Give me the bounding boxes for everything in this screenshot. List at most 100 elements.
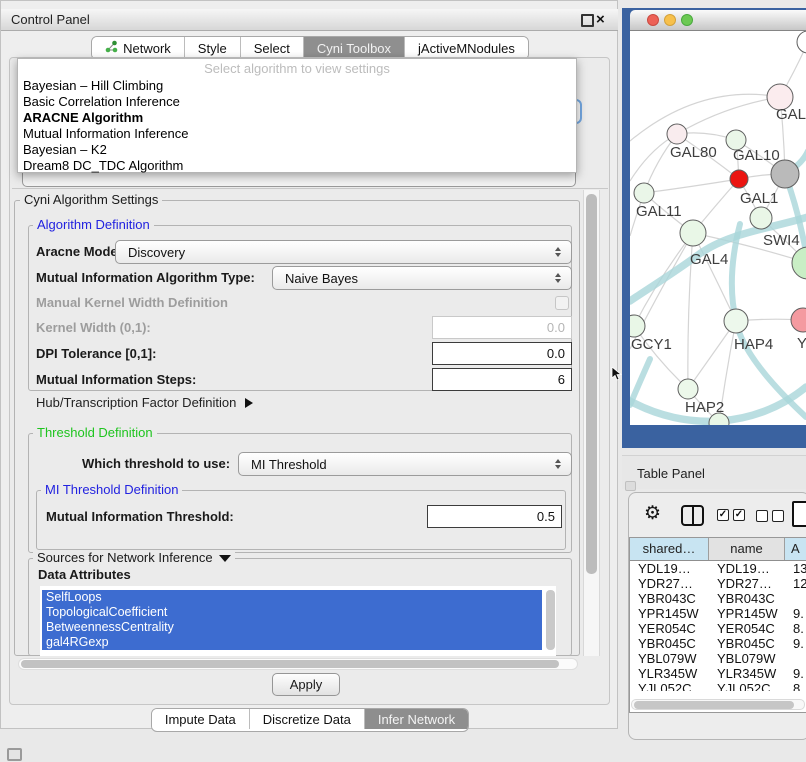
column-header-name[interactable]: name [709,538,785,560]
node[interactable] [771,160,799,188]
tab-network[interactable]: Network [92,37,184,59]
table-header: shared… name A [630,538,806,561]
select-all-checkboxes-icon[interactable]: ✓✓ [717,509,745,521]
mi-steps-field[interactable]: 6 [432,368,572,391]
table-cell: YPR145W [630,606,709,621]
gear-icon[interactable]: ⚙ [644,503,661,525]
attribute-item-gal4rgexp[interactable]: gal4RGexp [42,635,542,650]
node-y[interactable] [791,308,806,332]
node-label-gcy1: GCY1 [631,336,672,353]
table-cell: YBL079W [709,651,785,666]
sources-legend[interactable]: Sources for Network Inference [33,551,235,565]
which-threshold-select[interactable]: MI Threshold [238,452,572,476]
collapsed-panel-icon[interactable] [7,748,22,761]
table-cell: YLR345W [630,666,709,681]
tab-label: Style [198,41,227,56]
node-gal1[interactable] [730,170,748,188]
tab-jactivemnodules[interactable]: jActiveMNodules [404,37,528,59]
close-traffic-light-icon[interactable] [647,14,659,26]
attributes-list-scrollbar[interactable] [546,590,555,650]
node-gal11[interactable] [634,183,654,203]
settings-horizontal-scrollbar-thumb[interactable] [21,660,559,668]
table-row[interactable]: YDL19…YDL19…13. [630,561,806,576]
table-cell: YER054C [630,621,709,636]
node-hap2[interactable] [678,379,698,399]
node[interactable] [797,31,806,53]
data-attributes-list[interactable]: SelfLoopsTopologicalCoefficientBetweenne… [40,586,556,656]
dpi-tolerance-field[interactable]: 0.0 [432,342,572,365]
new-table-icon[interactable] [792,501,806,527]
attribute-item-selfloops[interactable]: SelfLoops [42,590,542,605]
kernel-width-field[interactable]: 0.0 [432,316,572,339]
node-gcy1[interactable] [630,315,645,337]
chevron-down-icon [219,555,231,562]
tab-cyni-toolbox[interactable]: Cyni Toolbox [303,37,404,59]
table-row[interactable]: YER054CYER054C8. [630,621,806,636]
table-cell: YBR045C [709,636,785,651]
table-cell: YLR345W [709,666,785,681]
mi-type-select[interactable]: Naive Bayes [272,266,572,290]
algorithm-option-basic-correlation-inference[interactable]: Basic Correlation Inference [18,94,576,110]
column-header-partial[interactable]: A [785,538,806,560]
attribute-item-betweennesscentrality[interactable]: BetweennessCentrality [42,620,542,635]
manual-kernel-checkbox[interactable] [555,296,569,310]
table-row[interactable]: YBR043CYBR043C [630,591,806,606]
node-label-swi4: SWI4 [763,232,800,249]
minimize-traffic-light-icon[interactable] [664,14,676,26]
close-icon[interactable]: × [596,9,605,31]
chevron-right-icon [245,398,253,408]
node-label-hap4: HAP4 [734,336,773,353]
mi-threshold-field[interactable]: 0.5 [427,505,562,528]
network-window-titlebar[interactable] [630,10,806,31]
algorithm-option-mutual-information-inference[interactable]: Mutual Information Inference [18,126,576,142]
attribute-item-topologicalcoefficient[interactable]: TopologicalCoefficient [42,605,542,620]
tab-impute-data[interactable]: Impute Data [152,709,249,729]
table-row[interactable]: YPR145WYPR145W9. [630,606,806,621]
table-row[interactable]: YBL079WYBL079W [630,651,806,666]
network-canvas[interactable]: GAL2GAL80GAL10GAL1GAL11GAL4SWI4HAP4YGCY1… [630,31,806,425]
node-swi4[interactable] [792,247,806,279]
algorithm-option-bayesian-k2[interactable]: Bayesian – K2 [18,142,576,158]
node-gal80[interactable] [667,124,687,144]
control-panel-titlebar [1,9,618,31]
zoom-traffic-light-icon[interactable] [681,14,693,26]
table-cell: YBR043C [630,591,709,606]
mi-threshold-legend: MI Threshold Definition [41,483,182,497]
algorithm-option-aracne-algorithm[interactable]: ARACNE Algorithm [18,110,576,126]
settings-vertical-scrollbar-thumb[interactable] [586,194,597,574]
hub-definition-toggle[interactable]: Hub/Transcription Factor Definition [36,395,253,410]
tab-infer-network[interactable]: Infer Network [364,709,468,729]
columns-icon[interactable] [681,505,704,526]
table-cell: YBR045C [630,636,709,651]
hub-definition-label: Hub/Transcription Factor Definition [36,395,236,410]
float-window-icon[interactable] [581,14,594,27]
algorithm-option-bayesian-hill-climbing[interactable]: Bayesian – Hill Climbing [18,78,576,94]
column-header-shared-name[interactable]: shared… [630,538,709,560]
stepper-arrows-icon [553,247,563,257]
table-cell: YDR27… [709,576,785,591]
table-row[interactable]: YDR27…YDR27…12. [630,576,806,591]
apply-button[interactable]: Apply [272,673,340,696]
table-cell: YER054C [709,621,785,636]
table-row[interactable]: YBR045CYBR045C9. [630,636,806,651]
panel-resize-handle[interactable] [625,481,636,491]
table-row[interactable]: YLR345WYLR345W9. [630,666,806,681]
table-row[interactable]: YJL052CYJL052C8. [630,681,806,691]
aracne-mode-value: Discovery [124,245,553,260]
table-horizontal-scrollbar-thumb[interactable] [634,701,794,709]
node-label-gal2: GAL2 [776,106,806,123]
node-label-gal1: GAL1 [740,190,778,207]
tab-select[interactable]: Select [240,37,303,59]
node-hap4[interactable] [724,309,748,333]
tab-style[interactable]: Style [184,37,240,59]
table-cell: 8. [785,621,806,636]
algorithm-option-dream8-dc-tdc-algorithm[interactable]: Dream8 DC_TDC Algorithm [18,158,576,174]
bottom-tab-bar: Impute DataDiscretize DataInfer Network [0,708,620,732]
aracne-mode-select[interactable]: Discovery [115,240,572,264]
table-rows: YDL19…YDL19…13.YDR27…YDR27…12.YBR043CYBR… [630,561,806,691]
which-threshold-label: Which threshold to use: [82,455,230,473]
tab-discretize-data[interactable]: Discretize Data [249,709,364,729]
node-gal4[interactable] [680,220,706,246]
deselect-all-checkboxes-icon[interactable] [756,510,784,522]
node[interactable] [750,207,772,229]
